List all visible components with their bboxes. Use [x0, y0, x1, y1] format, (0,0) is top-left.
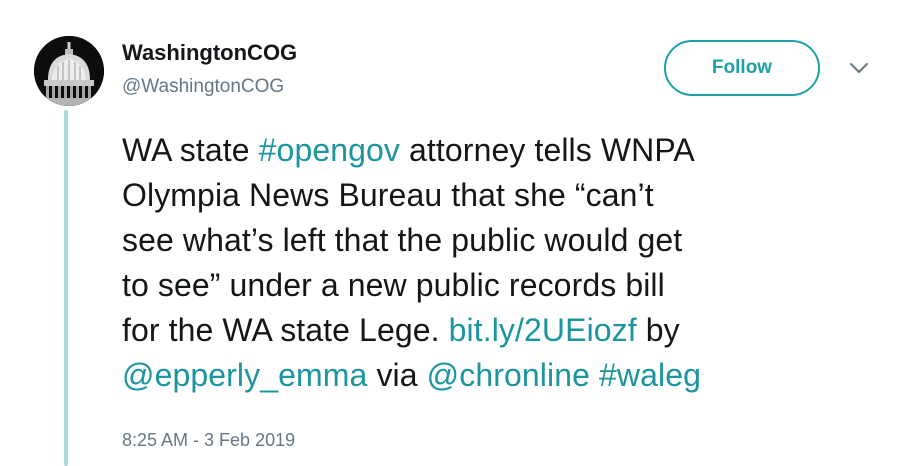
- avatar[interactable]: [34, 36, 104, 106]
- tweet-line: see what’s left that the public would ge…: [122, 222, 683, 258]
- author-handle[interactable]: @WashingtonCOG: [122, 76, 284, 98]
- thread-line: [64, 110, 68, 466]
- author-name[interactable]: WashingtonCOG: [122, 40, 297, 66]
- tweet-line: to see” under a new public records bill: [122, 267, 665, 303]
- mention-link[interactable]: @epperly_emma: [122, 357, 367, 393]
- hashtag-link[interactable]: #waleg: [599, 357, 701, 393]
- tweet-timestamp[interactable]: 8:25 AM - 3 Feb 2019: [122, 430, 295, 451]
- tweet-line: for the WA state Lege. bit.ly/2UEiozf by: [122, 312, 680, 348]
- hashtag-link[interactable]: #opengov: [259, 132, 400, 168]
- follow-button[interactable]: Follow: [664, 40, 820, 96]
- chevron-down-icon[interactable]: [848, 60, 870, 76]
- tweet-line: WA state #opengov attorney tells WNPA: [122, 132, 695, 168]
- capitol-dome-icon: [34, 36, 104, 106]
- tweet-line: @epperly_emma via @chronline #waleg: [122, 357, 701, 393]
- url-link[interactable]: bit.ly/2UEiozf: [449, 312, 637, 348]
- tweet-text: WA state #opengov attorney tells WNPA Ol…: [122, 128, 882, 398]
- tweet-line: Olympia News Bureau that she “can’t: [122, 177, 654, 213]
- mention-link[interactable]: @chronline: [427, 357, 590, 393]
